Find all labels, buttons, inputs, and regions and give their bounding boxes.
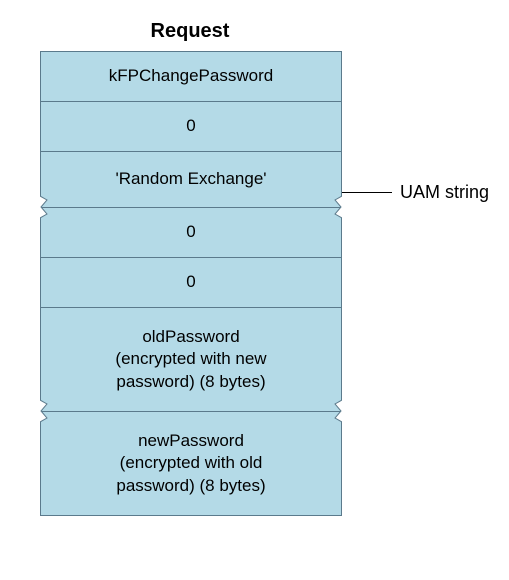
field-pad1: 0 <box>41 101 341 151</box>
field-pad3: 0 <box>41 257 341 307</box>
field-label: newPassword (encrypted with old password… <box>116 430 265 496</box>
field-uam-string: 'Random Exchange' <box>41 151 341 207</box>
field-old-password: oldPassword (encrypted with new password… <box>41 307 341 411</box>
field-label: oldPassword (encrypted with new password… <box>115 326 266 392</box>
callout-label: UAM string <box>400 182 489 203</box>
callout-line <box>342 192 392 193</box>
callout-uam: UAM string <box>342 182 489 203</box>
field-label: kFPChangePassword <box>109 65 273 87</box>
diagram-title: Request <box>40 20 340 43</box>
field-pad2: 0 <box>41 207 341 257</box>
packet-diagram: Request kFPChangePassword 0 'Random Exch… <box>20 20 500 516</box>
request-block: kFPChangePassword 0 'Random Exchange' 0 … <box>40 51 342 516</box>
field-label: 0 <box>186 271 195 293</box>
field-new-password: newPassword (encrypted with old password… <box>41 411 341 515</box>
field-command: kFPChangePassword <box>41 51 341 101</box>
field-label: 0 <box>186 221 195 243</box>
field-label: 0 <box>186 115 195 137</box>
field-label: 'Random Exchange' <box>115 168 266 190</box>
